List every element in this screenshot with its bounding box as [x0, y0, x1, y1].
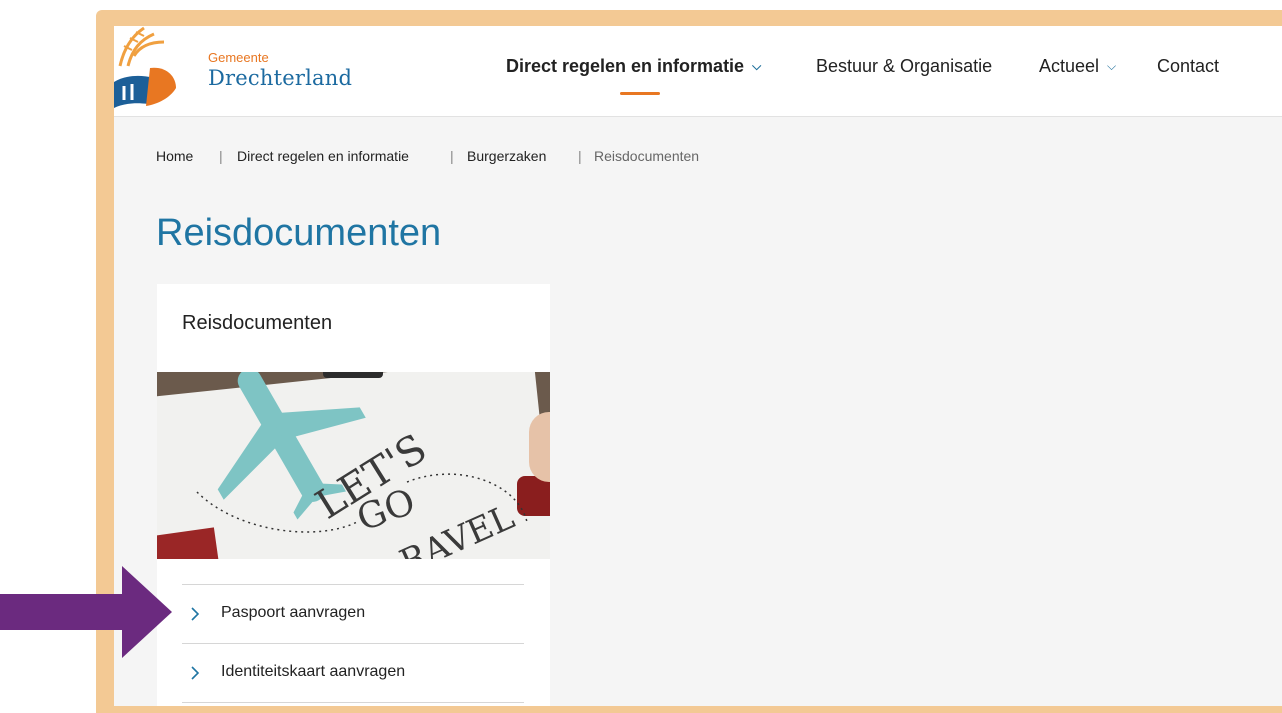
nav-contact[interactable]: Contact	[1157, 56, 1219, 77]
chevron-right-icon	[191, 607, 200, 621]
travel-image: LET'S GO RAVEL	[157, 372, 550, 559]
card-title: Reisdocumenten	[182, 312, 333, 334]
breadcrumb-burgerzaken[interactable]: Burgerzaken	[467, 148, 546, 164]
chevron-down-icon: ⌵	[752, 59, 762, 73]
breadcrumb-separator: |	[219, 148, 223, 164]
link-label: Identiteitskaart aanvragen	[221, 663, 406, 680]
site-logo[interactable]: Gemeente Drechterland	[114, 26, 374, 116]
link-paspoort-aanvragen[interactable]: Paspoort aanvragen	[182, 584, 524, 643]
chevron-right-icon	[191, 666, 200, 680]
nav-direct-regelen[interactable]: Direct regelen en informatie ⌵	[506, 56, 761, 77]
logo-subtitle: Gemeente	[208, 50, 269, 65]
site-header: Gemeente Drechterland Direct regelen en …	[114, 26, 1282, 117]
chevron-down-icon: ⌵	[1107, 59, 1117, 73]
nav-label: Direct regelen en informatie	[506, 56, 745, 76]
logo-title: Drechterland	[208, 66, 353, 90]
breadcrumb-separator: |	[578, 148, 582, 164]
drechterland-logo-icon	[114, 26, 176, 108]
document-links: Paspoort aanvragen Identiteitskaart aanv…	[182, 584, 524, 703]
breadcrumb-separator: |	[450, 148, 454, 164]
nav-label: Contact	[1157, 56, 1220, 76]
active-nav-indicator	[620, 92, 660, 95]
nav-actueel[interactable]: Actueel ⌵	[1039, 56, 1116, 77]
nav-label: Bestuur & Organisatie	[816, 56, 993, 76]
page: Gemeente Drechterland Direct regelen en …	[114, 26, 1282, 706]
nav-bestuur-organisatie[interactable]: Bestuur & Organisatie	[816, 56, 992, 77]
link-identiteitskaart-aanvragen[interactable]: Identiteitskaart aanvragen	[182, 643, 524, 703]
breadcrumb-current: Reisdocumenten	[594, 148, 700, 164]
link-label: Paspoort aanvragen	[221, 604, 366, 621]
annotation-arrow-icon	[0, 566, 172, 658]
breadcrumb-home[interactable]: Home	[156, 148, 193, 164]
reisdocumenten-card: Reisdocumenten LET'S GO RAVEL Paspoort a…	[157, 284, 550, 706]
page-title: Reisdocumenten	[156, 212, 442, 254]
nav-label: Actueel	[1039, 56, 1100, 76]
breadcrumb-direct-regelen[interactable]: Direct regelen en informatie	[237, 148, 409, 164]
